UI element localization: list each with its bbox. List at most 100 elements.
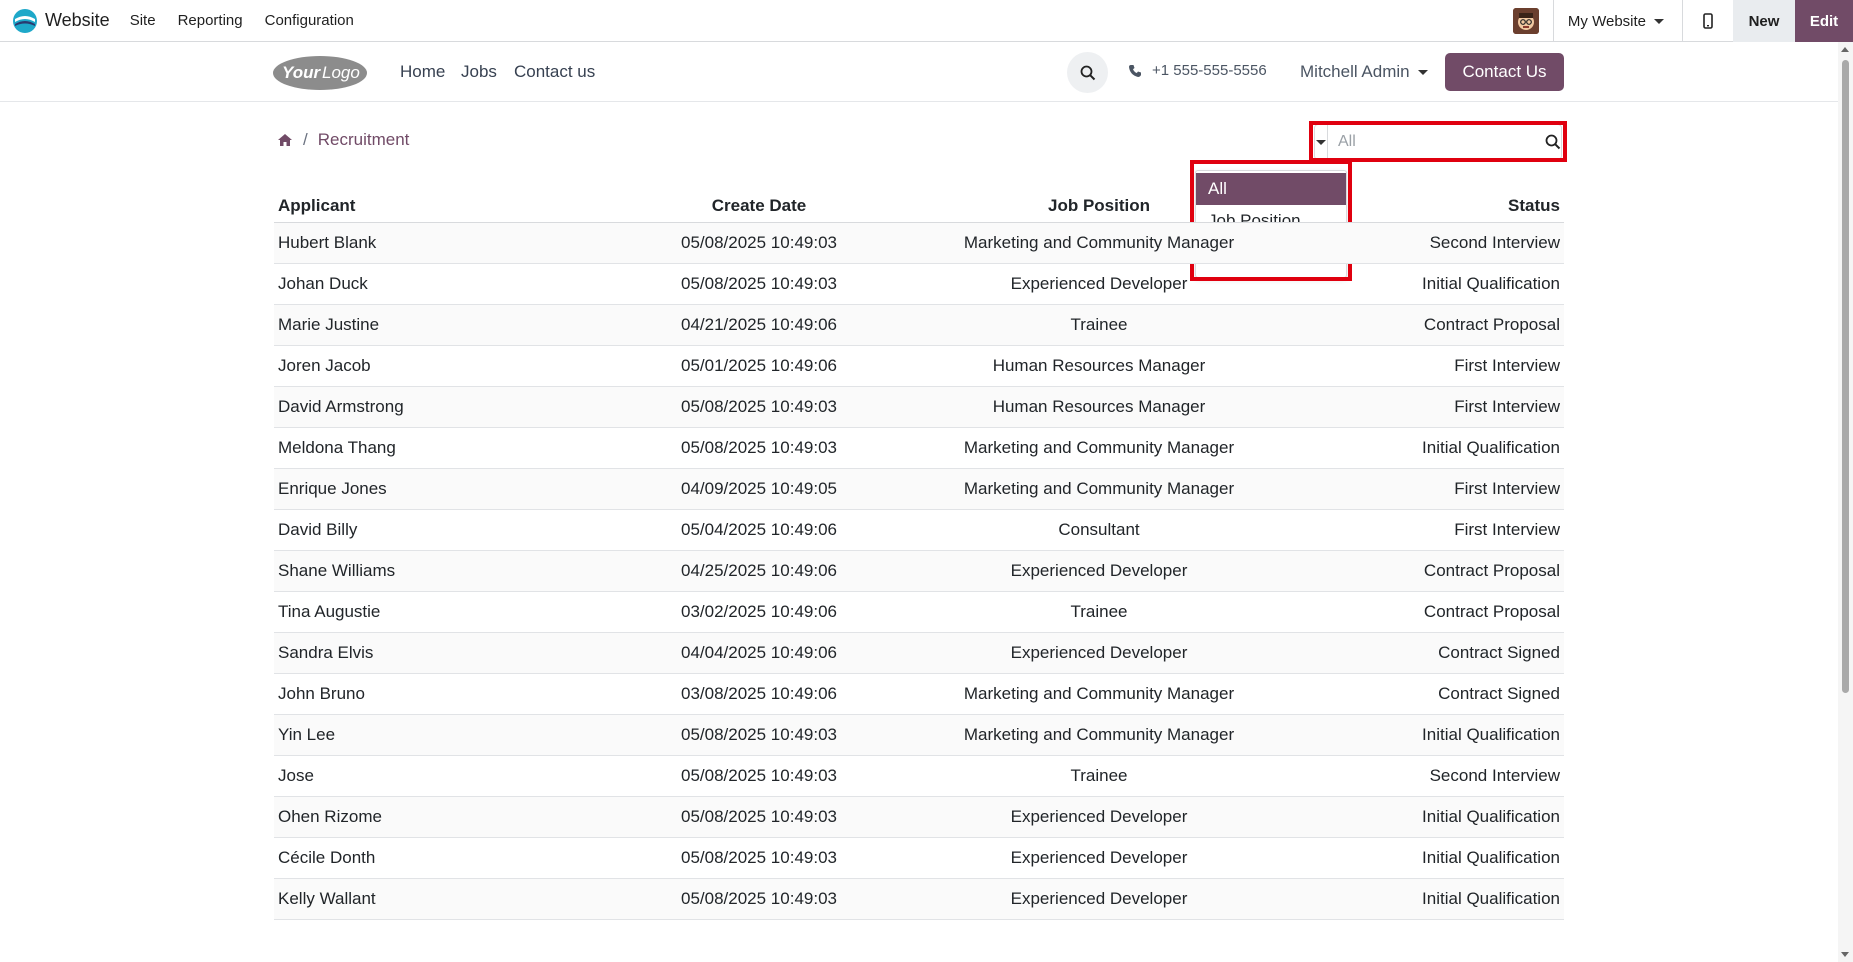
table-row[interactable]: Sandra Elvis 04/04/2025 10:49:06 Experienc… (274, 632, 1564, 674)
table-header-row: Applicant Create Date Job Position Statu… (274, 190, 1564, 223)
table-row[interactable]: Shane Williams 04/25/2025 10:49:06 Experie… (274, 550, 1564, 592)
cell-create-date: 03/08/2025 10:49:06 (594, 673, 924, 715)
cell-create-date: 04/21/2025 10:49:06 (594, 304, 924, 346)
table-row[interactable]: Meldona Thang 05/08/2025 10:49:03 Marketin… (274, 427, 1564, 469)
menu-site[interactable]: Site (130, 12, 156, 29)
company-logo[interactable]: Your Logo (272, 52, 368, 92)
table-row[interactable]: David Billy 05/04/2025 10:49:06 Consultant… (274, 509, 1564, 551)
page-scrollbar[interactable] (1838, 42, 1853, 962)
cell-status: Initial Qualification (1274, 427, 1564, 469)
app-name[interactable]: Website (45, 10, 110, 31)
cell-status: Contract Signed (1274, 673, 1564, 715)
menu-configuration[interactable]: Configuration (265, 12, 354, 29)
cell-status: Second Interview (1274, 755, 1564, 797)
cell-job-position: Experienced Developer (924, 878, 1274, 920)
cell-status: Contract Proposal (1274, 591, 1564, 633)
caret-down-icon (1316, 139, 1326, 145)
scroll-up-arrow[interactable] (1841, 47, 1849, 52)
table-row[interactable]: Cécile Donth 05/08/2025 10:49:03 Experienc… (274, 837, 1564, 879)
cell-status: First Interview (1274, 386, 1564, 428)
cell-status: First Interview (1274, 509, 1564, 551)
breadcrumb-separator: / (303, 130, 308, 149)
cell-job-position: Marketing and Community Manager (924, 673, 1274, 715)
cell-status: Second Interview (1274, 222, 1564, 264)
website-switcher[interactable]: My Website (1554, 13, 1682, 30)
cell-job-position: Trainee (924, 755, 1274, 797)
cell-applicant: Ohen Rizome (274, 796, 594, 838)
scrollbar-thumb[interactable] (1842, 60, 1849, 693)
column-header-status: Status (1274, 190, 1564, 223)
avatar (1512, 8, 1539, 34)
applicants-table: Applicant Create Date Job Position Statu… (274, 190, 1564, 920)
svg-text:Logo: Logo (322, 63, 360, 82)
table-row[interactable]: Kelly Wallant 05/08/2025 10:49:03 Experien… (274, 878, 1564, 920)
cell-applicant: Johan Duck (274, 263, 594, 305)
column-header-applicant: Applicant (274, 190, 594, 223)
cell-status: Initial Qualification (1274, 878, 1564, 920)
cell-create-date: 03/02/2025 10:49:06 (594, 591, 924, 633)
column-header-create-date: Create Date (594, 190, 924, 223)
cell-create-date: 05/08/2025 10:49:03 (594, 222, 924, 264)
cell-create-date: 05/01/2025 10:49:06 (594, 345, 924, 387)
nav-contact-us[interactable]: Contact us (514, 62, 595, 82)
nav-home[interactable]: Home (400, 62, 445, 82)
cell-status: First Interview (1274, 345, 1564, 387)
table-row[interactable]: Jose 05/08/2025 10:49:03 Trainee Second Int… (274, 755, 1564, 797)
contact-us-button[interactable]: Contact Us (1445, 53, 1564, 91)
table-row[interactable]: Tina Augustie 03/02/2025 10:49:06 Trainee C… (274, 591, 1564, 633)
user-avatar-button[interactable] (1499, 0, 1553, 42)
phone-link[interactable]: +1 555-555-5556 (1128, 62, 1267, 79)
menu-reporting[interactable]: Reporting (178, 12, 243, 29)
cell-applicant: Meldona Thang (274, 427, 594, 469)
cell-job-position: Marketing and Community Manager (924, 714, 1274, 756)
search-bar (1314, 124, 1562, 160)
search-submit-button[interactable] (1545, 125, 1561, 159)
nav-jobs[interactable]: Jobs (461, 62, 497, 82)
table-body: Hubert Blank 05/08/2025 10:49:03 Marketing… (274, 222, 1564, 920)
table-row[interactable]: Hubert Blank 05/08/2025 10:49:03 Marketing… (274, 222, 1564, 264)
edit-button[interactable]: Edit (1795, 0, 1853, 42)
header-search-button[interactable] (1067, 52, 1108, 93)
cell-job-position: Consultant (924, 509, 1274, 551)
mobile-preview-button[interactable] (1683, 0, 1733, 42)
breadcrumb-current[interactable]: Recruitment (318, 130, 410, 150)
search-input[interactable] (1328, 125, 1545, 159)
table-row[interactable]: Johan Duck 05/08/2025 10:49:03 Experienced… (274, 263, 1564, 305)
mobile-preview-icon (1703, 13, 1713, 29)
website-app-icon[interactable] (11, 7, 39, 35)
cell-applicant: John Bruno (274, 673, 594, 715)
cell-job-position: Experienced Developer (924, 550, 1274, 592)
cell-create-date: 05/08/2025 10:49:03 (594, 263, 924, 305)
cell-job-position: Experienced Developer (924, 263, 1274, 305)
table-row[interactable]: John Bruno 03/08/2025 10:49:06 Marketing a… (274, 673, 1564, 715)
cell-job-position: Marketing and Community Manager (924, 427, 1274, 469)
cell-status: Initial Qualification (1274, 263, 1564, 305)
table-row[interactable]: Enrique Jones 04/09/2025 10:49:05 Marketin… (274, 468, 1564, 510)
home-icon[interactable] (277, 133, 293, 147)
cell-applicant: Marie Justine (274, 304, 594, 346)
table-row[interactable]: Marie Justine 04/21/2025 10:49:06 Trainee C… (274, 304, 1564, 346)
cell-applicant: Kelly Wallant (274, 878, 594, 920)
cell-applicant: Sandra Elvis (274, 632, 594, 674)
cell-job-position: Marketing and Community Manager (924, 468, 1274, 510)
search-icon (1080, 65, 1095, 80)
cell-job-position: Experienced Developer (924, 837, 1274, 879)
cell-create-date: 05/08/2025 10:49:03 (594, 878, 924, 920)
search-icon (1545, 134, 1561, 150)
cell-job-position: Trainee (924, 304, 1274, 346)
table-row[interactable]: David Armstrong 05/08/2025 10:49:03 Human … (274, 386, 1564, 428)
phone-icon (1129, 64, 1141, 77)
scroll-down-arrow[interactable] (1841, 952, 1849, 957)
cell-create-date: 05/08/2025 10:49:03 (594, 714, 924, 756)
cell-status: Initial Qualification (1274, 837, 1564, 879)
filter-dropdown-toggle[interactable] (1315, 125, 1328, 159)
table-row[interactable]: Yin Lee 05/08/2025 10:49:03 Marketing and … (274, 714, 1564, 756)
user-menu[interactable]: Mitchell Admin (1300, 62, 1428, 82)
cell-create-date: 05/08/2025 10:49:03 (594, 755, 924, 797)
cell-status: Initial Qualification (1274, 796, 1564, 838)
table-row[interactable]: Joren Jacob 05/01/2025 10:49:06 Human Reso… (274, 345, 1564, 387)
new-button[interactable]: New (1733, 0, 1795, 42)
cell-job-position: Trainee (924, 591, 1274, 633)
cell-applicant: Shane Williams (274, 550, 594, 592)
table-row[interactable]: Ohen Rizome 05/08/2025 10:49:03 Experience… (274, 796, 1564, 838)
